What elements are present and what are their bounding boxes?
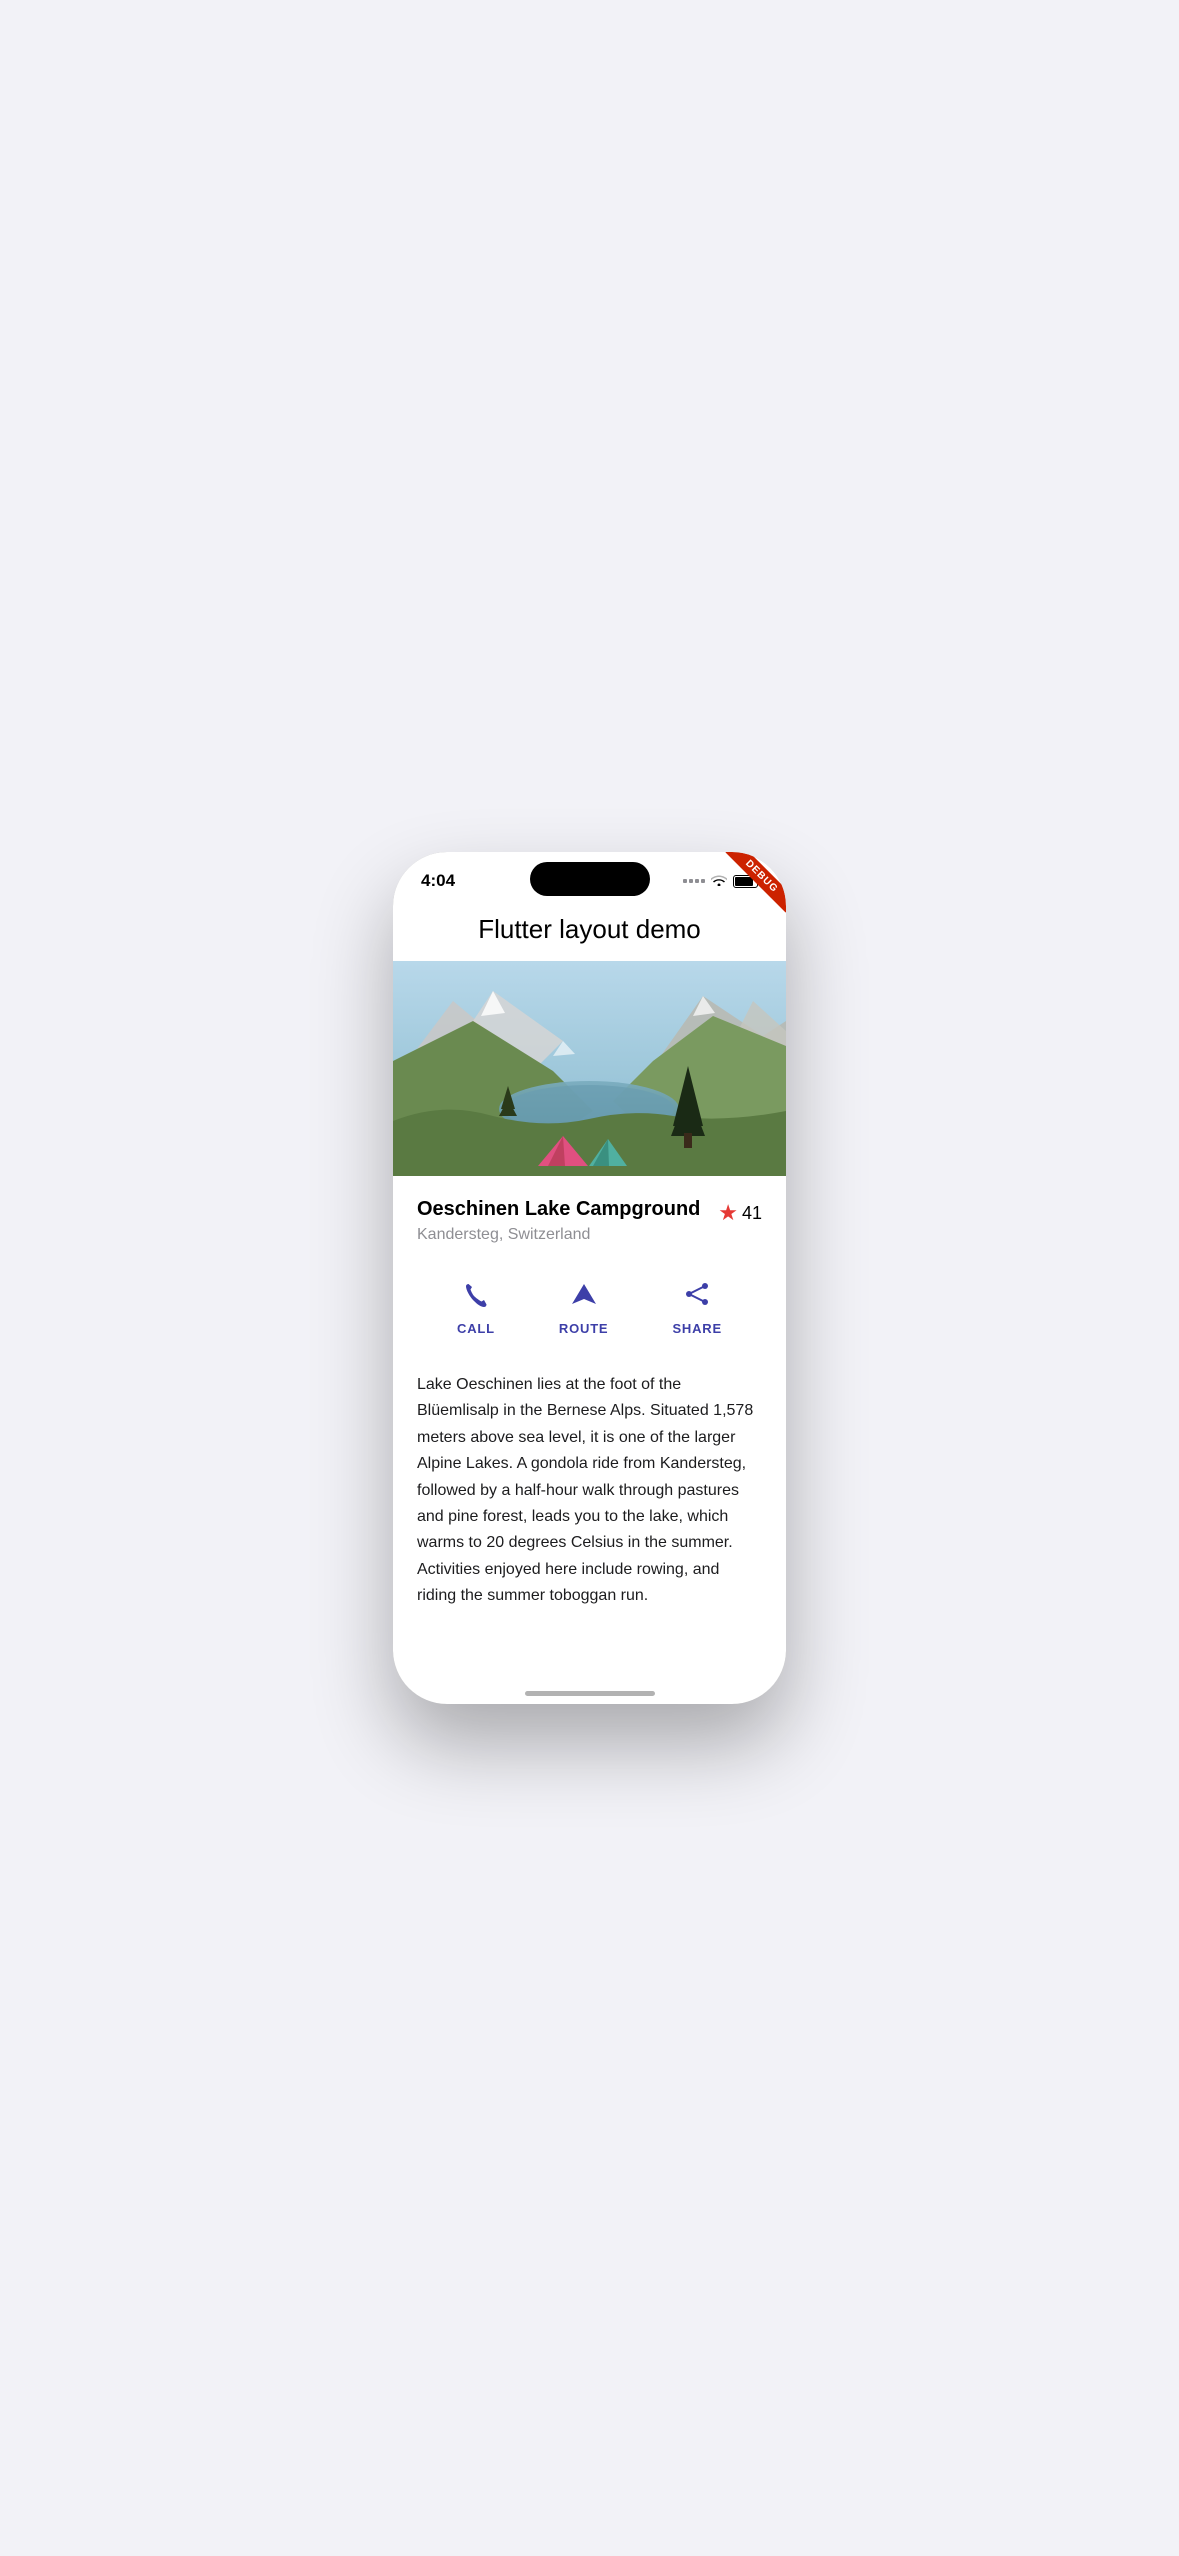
signal-icon xyxy=(683,879,705,883)
action-buttons: CALL ROUTE xyxy=(393,1252,786,1364)
route-label: ROUTE xyxy=(559,1321,609,1336)
hero-image xyxy=(393,961,786,1176)
share-button[interactable]: SHARE xyxy=(652,1272,742,1344)
call-icon xyxy=(462,1280,490,1315)
status-time: 4:04 xyxy=(421,871,455,891)
share-icon xyxy=(683,1280,711,1315)
status-right xyxy=(683,873,758,889)
share-label: SHARE xyxy=(672,1321,722,1336)
dynamic-island xyxy=(530,862,650,896)
route-button[interactable]: ROUTE xyxy=(539,1272,629,1344)
star-icon: ★ xyxy=(718,1200,738,1226)
app-title: Flutter layout demo xyxy=(393,902,786,961)
location-name: Oeschinen Lake Campground xyxy=(417,1196,718,1222)
rating-section: ★ 41 xyxy=(718,1196,762,1226)
location-info: Oeschinen Lake Campground Kandersteg, Sw… xyxy=(417,1196,718,1244)
location-place: Kandersteg, Switzerland xyxy=(417,1226,718,1244)
route-icon xyxy=(570,1280,598,1315)
rating-count: 41 xyxy=(742,1203,762,1224)
phone-frame: 4:04 xyxy=(393,852,786,1704)
call-button[interactable]: CALL xyxy=(437,1272,515,1344)
call-label: CALL xyxy=(457,1321,495,1336)
phone-screen: 4:04 xyxy=(393,852,786,1704)
description-text: Lake Oeschinen lies at the foot of the B… xyxy=(393,1364,786,1650)
home-indicator xyxy=(525,1691,655,1696)
location-section: Oeschinen Lake Campground Kandersteg, Sw… xyxy=(393,1176,786,1252)
wifi-icon xyxy=(711,873,727,889)
battery-icon xyxy=(733,875,758,888)
